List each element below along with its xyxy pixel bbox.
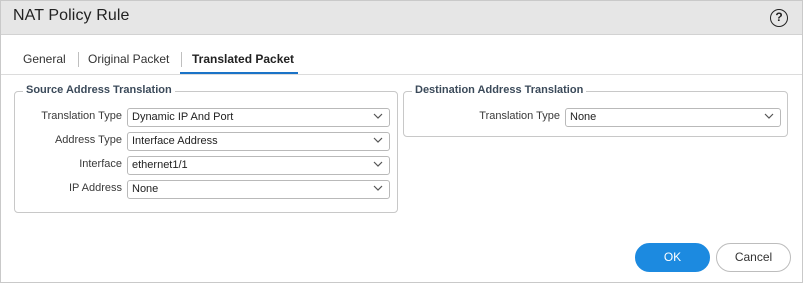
chevron-down-icon bbox=[373, 137, 383, 143]
chevron-down-icon bbox=[373, 161, 383, 167]
address-type-select[interactable]: Interface Address bbox=[127, 132, 390, 151]
source-address-translation-group: Source Address Translation Translation T… bbox=[14, 84, 398, 213]
destination-translation-type-select[interactable]: None bbox=[565, 108, 781, 127]
chevron-down-icon bbox=[373, 113, 383, 119]
source-translation-type-label: Translation Type bbox=[41, 110, 122, 122]
tab-original-packet[interactable]: Original Packet bbox=[88, 52, 169, 66]
ip-address-select[interactable]: None bbox=[127, 180, 390, 199]
ok-button[interactable]: OK bbox=[635, 243, 710, 272]
address-type-value: Interface Address bbox=[132, 135, 218, 147]
dialog-titlebar: NAT Policy Rule ? bbox=[1, 1, 802, 35]
tab-separator bbox=[181, 52, 182, 67]
tab-translated-packet[interactable]: Translated Packet bbox=[192, 52, 294, 66]
chevron-down-icon bbox=[764, 113, 774, 119]
nat-policy-rule-dialog: NAT Policy Rule ? General Original Packe… bbox=[0, 0, 803, 283]
interface-value: ethernet1/1 bbox=[132, 159, 188, 171]
tab-divider bbox=[1, 74, 802, 75]
interface-label: Interface bbox=[79, 158, 122, 170]
chevron-down-icon bbox=[373, 185, 383, 191]
help-icon[interactable]: ? bbox=[770, 9, 788, 27]
source-translation-type-select[interactable]: Dynamic IP And Port bbox=[127, 108, 390, 127]
ip-address-label: IP Address bbox=[69, 182, 122, 194]
tab-separator bbox=[78, 52, 79, 67]
destination-address-translation-legend: Destination Address Translation bbox=[412, 84, 587, 96]
destination-translation-type-label: Translation Type bbox=[479, 110, 560, 122]
destination-address-translation-group: Destination Address Translation Translat… bbox=[403, 84, 788, 137]
source-translation-type-value: Dynamic IP And Port bbox=[132, 111, 234, 123]
ip-address-value: None bbox=[132, 183, 159, 195]
tab-bar: General Original Packet Translated Packe… bbox=[1, 35, 802, 75]
tab-general[interactable]: General bbox=[23, 52, 66, 66]
source-address-translation-legend: Source Address Translation bbox=[23, 84, 175, 96]
destination-translation-type-value: None bbox=[570, 111, 597, 123]
cancel-button[interactable]: Cancel bbox=[716, 243, 791, 272]
dialog-title: NAT Policy Rule bbox=[13, 7, 130, 24]
address-type-label: Address Type bbox=[54, 134, 122, 146]
interface-select[interactable]: ethernet1/1 bbox=[127, 156, 390, 175]
